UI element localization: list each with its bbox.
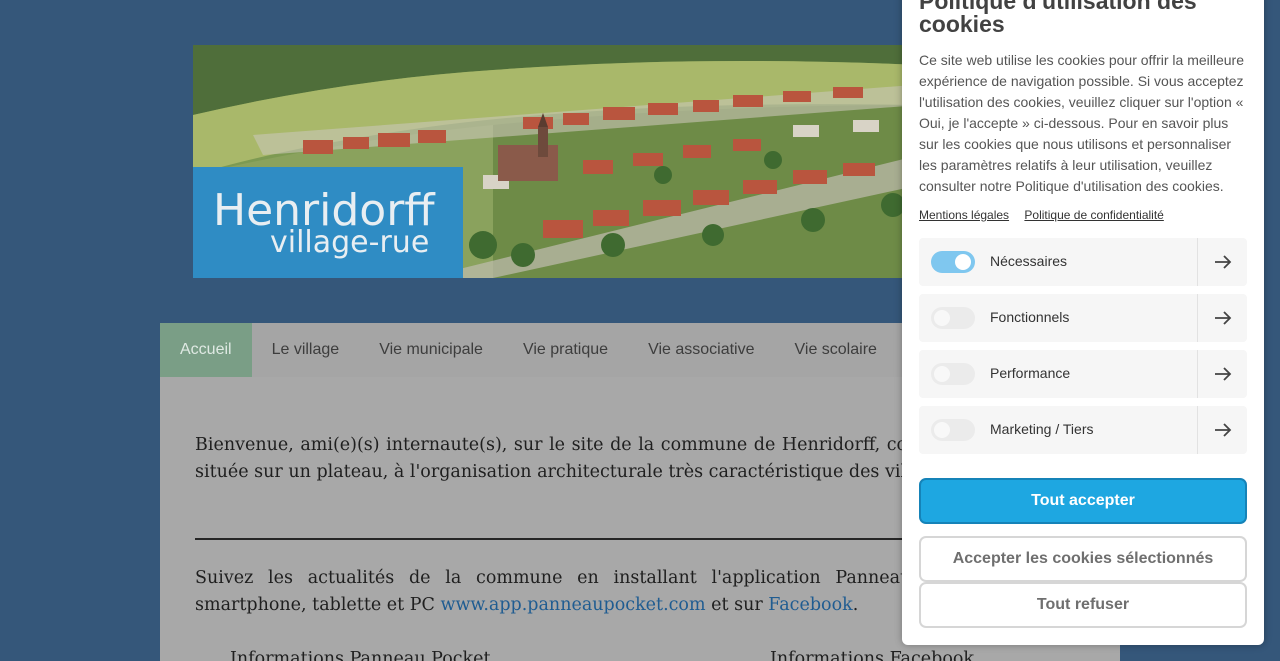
nav-item-vie-pratique[interactable]: Vie pratique <box>503 323 628 377</box>
nav-item-accueil[interactable]: Accueil <box>160 323 252 377</box>
content-divider <box>195 538 915 540</box>
category-label: Fonctionnels <box>990 309 1070 325</box>
toggle-marketing[interactable] <box>931 419 975 441</box>
site-logo[interactable]: Henridorff village-rue <box>193 167 463 278</box>
toggle-knob <box>934 422 950 438</box>
subhead-panneau-pocket: Informations Panneau Pocket <box>230 649 491 661</box>
expand-necessaires-button[interactable] <box>1197 238 1247 286</box>
cookie-category-necessaires: Nécessaires <box>919 238 1247 286</box>
cookie-category-marketing: Marketing / Tiers <box>919 406 1247 454</box>
expand-fonctionnels-button[interactable] <box>1197 294 1247 342</box>
toggle-knob <box>934 310 950 326</box>
cookie-title: Politique d'utilisation des cookies <box>919 0 1197 37</box>
cookie-consent-panel: Politique d'utilisation des cookies Ce s… <box>902 0 1264 645</box>
accept-selected-button[interactable]: Accepter les cookies sélectionnés <box>919 536 1247 582</box>
legal-notice-link[interactable]: Mentions légales <box>919 208 1009 222</box>
cookie-description: Ce site web utilise les cookies pour off… <box>919 52 1244 194</box>
privacy-policy-link[interactable]: Politique de confidentialité <box>1024 208 1163 222</box>
toggle-knob <box>934 366 950 382</box>
toggle-fonctionnels[interactable] <box>931 307 975 329</box>
category-label: Performance <box>990 365 1071 381</box>
panneaupocket-link[interactable]: www.app.panneaupocket.com <box>440 595 705 615</box>
refuse-all-button[interactable]: Tout refuser <box>919 582 1247 628</box>
cookie-category-fonctionnels: Fonctionnels <box>919 294 1247 342</box>
subhead-facebook: Informations Facebook <box>770 649 974 661</box>
expand-marketing-button[interactable] <box>1197 406 1247 454</box>
cookie-category-performance: Performance <box>919 350 1247 398</box>
toggle-knob <box>955 254 971 270</box>
facebook-link[interactable]: Facebook <box>768 595 852 615</box>
category-label: Nécessaires <box>990 253 1068 269</box>
arrow-right-icon <box>1215 311 1232 325</box>
accept-all-button[interactable]: Tout accepter <box>919 478 1247 524</box>
arrow-right-icon <box>1215 423 1232 437</box>
expand-performance-button[interactable] <box>1197 350 1247 398</box>
follow-and: et sur <box>711 595 763 615</box>
logo-subtitle: village-rue <box>270 225 430 260</box>
arrow-right-icon <box>1215 367 1232 381</box>
nav-item-vie-associative[interactable]: Vie associative <box>628 323 774 377</box>
toggle-performance[interactable] <box>931 363 975 385</box>
nav-item-le-village[interactable]: Le village <box>252 323 360 377</box>
category-label: Marketing / Tiers <box>990 421 1094 437</box>
nav-item-vie-municipale[interactable]: Vie municipale <box>359 323 503 377</box>
nav-item-vie-scolaire[interactable]: Vie scolaire <box>775 323 897 377</box>
follow-end: . <box>852 595 859 615</box>
cookie-links: Mentions légales Politique de confidenti… <box>919 208 1176 222</box>
arrow-right-icon <box>1215 255 1232 269</box>
header-banner: Henridorff village-rue <box>193 45 920 278</box>
toggle-necessaires[interactable] <box>931 251 975 273</box>
